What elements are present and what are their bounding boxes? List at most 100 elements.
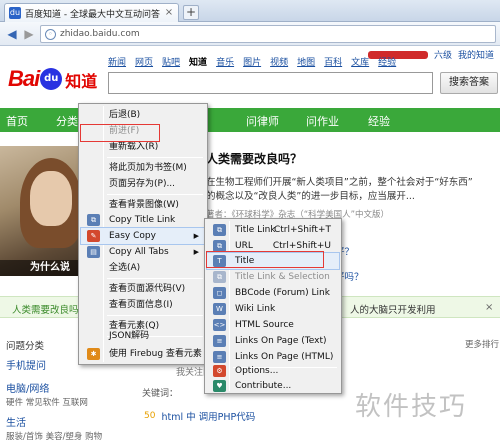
baidu-favicon-icon: du <box>9 7 21 19</box>
link-cet6[interactable]: 六级 <box>434 48 452 61</box>
menu-separator <box>107 278 203 279</box>
channel-video[interactable]: 视频 <box>270 55 288 68</box>
submenu-links-text-label: Links On Page (Text) <box>235 336 327 346</box>
channel-baike[interactable]: 百科 <box>324 55 342 68</box>
question-row[interactable]: 50 html 中 调用PHP代码 <box>144 409 255 423</box>
channel-tieba[interactable]: 贴吧 <box>162 55 180 68</box>
easy-copy-icon: ✎ <box>87 230 100 242</box>
menu-back[interactable]: 后退(B) <box>81 107 205 123</box>
channel-news[interactable]: 新闻 <box>108 55 126 68</box>
submenu-html-source[interactable]: <> HTML Source <box>207 317 339 333</box>
channel-zhidao[interactable]: 知道 <box>189 55 207 68</box>
category-life-sub[interactable]: 服装/首饰 美容/塑身 购物 <box>6 430 102 440</box>
chevron-right-icon: ▶ <box>193 232 199 240</box>
wiki-icon: W <box>213 303 226 315</box>
menu-view-source[interactable]: 查看页面源代码(V) <box>81 281 205 297</box>
menu-firebug-label: 使用 Firebug 查看元素 <box>109 349 202 359</box>
chevron-right-icon: ▶ <box>193 248 199 256</box>
menu-page-info[interactable]: 查看页面信息(I) <box>81 297 205 313</box>
forward-button-icon[interactable]: ▶ <box>22 26 36 42</box>
menu-easy-copy-label: Easy Copy <box>109 231 156 241</box>
search-input[interactable] <box>108 72 433 94</box>
menu-view-bg[interactable]: 查看背景图像(W) <box>81 197 205 213</box>
code-icon: ◻ <box>213 287 226 299</box>
logo-bai: Bai <box>8 66 40 91</box>
highlight-box-title <box>206 251 324 268</box>
category-computer-sub[interactable]: 硬件 常见软件 互联网 <box>6 396 88 408</box>
menu-separator <box>107 157 203 158</box>
close-icon[interactable]: × <box>485 302 493 313</box>
menu-copy-all-tabs[interactable]: ▤ Copy All Tabs ▶ <box>81 244 205 260</box>
menu-bookmark[interactable]: 将此页加为书签(M) <box>81 160 205 176</box>
address-bar[interactable]: ◦ zhidao.baidu.com <box>40 25 496 43</box>
menu-easy-copy[interactable]: ✎ Easy Copy ▶ <box>80 227 206 245</box>
browser-tab[interactable]: du 百度知道 - 全球最大中文互动问答平台 × <box>4 3 179 22</box>
easy-copy-submenu: ⧉ Title Link Ctrl+Shift+T ⧉ URL Ctrl+Shi… <box>204 218 342 394</box>
link-icon: ⧉ <box>213 224 226 236</box>
topic-strip-left[interactable]: 人类需要改良吗 <box>12 302 79 316</box>
search-answer-button[interactable]: 搜索答案 <box>440 72 498 94</box>
more-ranking-link[interactable]: 更多排行 <box>465 338 499 350</box>
article-title[interactable]: 人类需要改良吗？ <box>206 150 302 167</box>
main-nav-bar: 首页 分类 问律师 问作业 经验 <box>0 108 500 132</box>
category-computer[interactable]: 电脑/网络 <box>6 380 49 395</box>
link-icon: ⧉ <box>213 271 226 283</box>
channel-wenku[interactable]: 文库 <box>351 55 369 68</box>
article-line-2: 的概念以及“改良人类”的进一步目标，应当展开... <box>206 191 415 202</box>
menu-firebug[interactable]: ✱ 使用 Firebug 查看元素 <box>81 346 205 362</box>
gear-icon: ⚙ <box>213 365 226 377</box>
paw-icon: du <box>40 68 63 90</box>
context-menu: 后退(B) 前进(F) 重新载入(R) 将此页加为书签(M) 页面另存为(P).… <box>78 103 208 365</box>
back-button-icon[interactable]: ◀ <box>4 26 20 42</box>
list-icon: ≡ <box>213 351 226 363</box>
menu-separator <box>107 315 203 316</box>
list-icon: ≡ <box>213 335 226 347</box>
menu-json-decode[interactable]: JSON解码 <box>81 328 205 344</box>
submenu-wiki-link-label: Wiki Link <box>235 304 276 314</box>
article-line-1: 在生物工程师们开展“新人类项目”之前，整个社会对于“好东西” <box>206 177 473 188</box>
nav-ask-lawyer[interactable]: 问律师 <box>246 113 279 129</box>
nav-home[interactable]: 首页 <box>6 113 28 129</box>
menu-copy-title-link-label: Copy Title Link <box>109 215 176 225</box>
link-my-zhidao[interactable]: 我的知道 <box>458 48 494 61</box>
submenu-options[interactable]: ⚙ Options... <box>207 363 339 379</box>
shortcut-ctrl-shift-t: Ctrl+Shift+T <box>273 225 331 235</box>
baidu-zhidao-logo[interactable]: Bai du 知道 <box>8 66 97 92</box>
new-tab-button[interactable]: + <box>183 5 199 20</box>
submenu-title-link-selection-label: Title Link & Selection <box>235 272 330 282</box>
globe-icon: ◦ <box>45 28 56 40</box>
menu-copy-title-link[interactable]: ⧉ Copy Title Link <box>81 212 205 228</box>
menu-separator <box>107 194 203 195</box>
channel-jingyan[interactable]: 经验 <box>378 55 396 68</box>
submenu-contribute[interactable]: ♥ Contribute... <box>207 378 339 394</box>
watermark: 软件技巧 <box>355 392 468 422</box>
submenu-title-link-selection[interactable]: ⧉ Title Link & Selection <box>207 269 339 285</box>
tab-title: 百度知道 - 全球最大中文互动问答平台 <box>25 9 160 20</box>
category-mobile-ask[interactable]: 手机提问 <box>6 357 46 372</box>
menu-select-all[interactable]: 全选(A) <box>81 260 205 276</box>
submenu-bbcode-label: BBCode (Forum) Link <box>235 288 330 298</box>
submenu-bbcode[interactable]: ◻ BBCode (Forum) Link <box>207 285 339 301</box>
channel-images[interactable]: 图片 <box>243 55 261 68</box>
category-life[interactable]: 生活 <box>6 414 26 429</box>
submenu-wiki-link[interactable]: W Wiki Link <box>207 301 339 317</box>
submenu-contribute-label: Contribute... <box>235 381 292 391</box>
submenu-links-html-label: Links On Page (HTML) <box>235 352 334 362</box>
channel-web[interactable]: 网页 <box>135 55 153 68</box>
submenu-options-label: Options... <box>235 366 279 376</box>
channel-map[interactable]: 地图 <box>297 55 315 68</box>
submenu-url-label: URL <box>235 241 253 251</box>
submenu-title-link[interactable]: ⧉ Title Link Ctrl+Shift+T <box>207 222 339 238</box>
channel-music[interactable]: 音乐 <box>216 55 234 68</box>
channel-nav: 新闻 网页 贴吧 知道 音乐 图片 视频 地图 百科 文库 经验 <box>108 55 396 68</box>
nav-experience[interactable]: 经验 <box>368 113 390 129</box>
submenu-links-text[interactable]: ≡ Links On Page (Text) <box>207 333 339 349</box>
close-tab-icon[interactable]: × <box>164 8 174 18</box>
menu-save-as[interactable]: 页面另存为(P)... <box>81 176 205 192</box>
topic-strip-right[interactable]: 人的大脑只开发利用 <box>350 302 436 316</box>
tabs-icon: ▤ <box>87 246 100 258</box>
question-title[interactable]: html 中 调用PHP代码 <box>161 409 255 423</box>
submenu-html-source-label: HTML Source <box>235 320 294 330</box>
nav-homework[interactable]: 问作业 <box>306 113 339 129</box>
nav-category[interactable]: 分类 <box>56 113 78 129</box>
